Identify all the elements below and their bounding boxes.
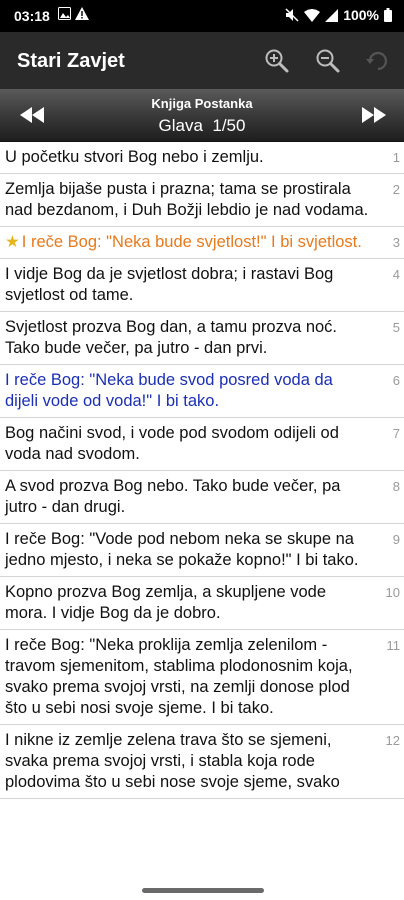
rotate-button[interactable] xyxy=(362,45,394,77)
verse-number: 7 xyxy=(392,426,400,441)
zoom-out-icon xyxy=(316,49,340,73)
wifi-icon xyxy=(304,8,321,22)
zoom-in-button[interactable] xyxy=(261,45,293,77)
verse-number: 12 xyxy=(385,733,400,748)
zoom-in-icon xyxy=(265,49,289,73)
fast-forward-icon xyxy=(362,107,386,123)
verse-row[interactable]: I reče Bog: "Neka proklija zemlja zeleni… xyxy=(0,630,404,725)
verse-row[interactable]: I vidje Bog da je svjetlost dobra; i ras… xyxy=(0,259,404,312)
verse-number: 6 xyxy=(392,373,400,388)
verse-text-content: I reče Bog: "Neka bude svod posred voda … xyxy=(5,371,333,410)
battery-text: 100% xyxy=(343,7,379,23)
verse-row[interactable]: A svod prozva Bog nebo. Tako bude večer,… xyxy=(0,471,404,524)
next-chapter-button[interactable] xyxy=(358,103,390,127)
verse-text-content: Bog načini svod, i vode pod svodom odije… xyxy=(5,424,339,463)
gesture-bar xyxy=(0,880,404,900)
mute-icon xyxy=(285,8,299,22)
chapter-indicator: Glava 1/50 xyxy=(158,116,246,135)
verse-text: ★ I reče Bog: "Neka bude svjetlost!" I bi… xyxy=(5,233,362,251)
verse-text-content: U početku stvori Bog nebo i zemlju. xyxy=(5,148,264,166)
verse-row[interactable]: I reče Bog: "Vode pod nebom neka se skup… xyxy=(0,524,404,577)
verse-text-content: I vidje Bog da je svjetlost dobra; i ras… xyxy=(5,265,334,304)
verse-text: Bog načini svod, i vode pod svodom odije… xyxy=(5,424,339,463)
chapter-navigation: Knjiga Postanka Glava 1/50 xyxy=(0,89,404,142)
verse-number: 2 xyxy=(392,182,400,197)
verse-row[interactable]: Zemlja bijaše pusta i prazna; tama se pr… xyxy=(0,174,404,227)
verse-text-content: I reče Bog: "Neka bude svjetlost!" I bi … xyxy=(21,233,362,251)
verse-text: Svjetlost prozva Bog dan, a tamu prozva … xyxy=(5,318,337,357)
app-bar: Stari Zavjet xyxy=(0,32,404,89)
verse-text-content: A svod prozva Bog nebo. Tako bude večer,… xyxy=(5,477,341,516)
verse-text: A svod prozva Bog nebo. Tako bude večer,… xyxy=(5,477,340,516)
verse-text-content: I reče Bog: "Neka proklija zemlja zeleni… xyxy=(5,636,353,717)
verse-text-content: I nikne iz zemlje zelena trava što se sj… xyxy=(5,731,340,791)
verse-text: I reče Bog: "Vode pod nebom neka se skup… xyxy=(5,530,359,569)
verse-number: 3 xyxy=(392,235,400,250)
verse-number: 8 xyxy=(392,479,400,494)
verse-number: 4 xyxy=(392,267,400,282)
book-title: Knjiga Postanka xyxy=(151,96,253,111)
verse-text: Kopno prozva Bog zemlja, a skupljene vod… xyxy=(5,583,326,622)
verse-row[interactable]: ★ I reče Bog: "Neka bude svjetlost!" I bi… xyxy=(0,227,404,259)
bookmark-star-icon: ★ xyxy=(5,233,20,251)
verse-text: Zemlja bijaše pusta i prazna; tama se pr… xyxy=(5,180,368,219)
status-time: 03:18 xyxy=(14,8,50,24)
verse-text-content: Kopno prozva Bog zemlja, a skupljene vod… xyxy=(5,583,327,622)
verse-row[interactable]: I nikne iz zemlje zelena trava što se sj… xyxy=(0,725,404,799)
verse-row[interactable]: I reče Bog: "Neka bude svod posred voda … xyxy=(0,365,404,418)
verse-row[interactable]: Svjetlost prozva Bog dan, a tamu prozva … xyxy=(0,312,404,365)
verse-text-content: Svjetlost prozva Bog dan, a tamu prozva … xyxy=(5,318,338,357)
verse-row[interactable]: Bog načini svod, i vode pod svodom odije… xyxy=(0,418,404,471)
verse-row[interactable]: U početku stvori Bog nebo i zemlju. 1 xyxy=(0,142,404,174)
zoom-out-button[interactable] xyxy=(312,45,344,77)
verse-number: 1 xyxy=(392,150,400,165)
app-title: Stari Zavjet xyxy=(17,50,125,72)
verse-text: I nikne iz zemlje zelena trava što se sj… xyxy=(5,731,340,791)
status-bar: 03:18 100% xyxy=(0,0,404,32)
alert-icon xyxy=(75,7,89,20)
signal-icon xyxy=(325,8,339,22)
home-handle[interactable] xyxy=(142,888,264,893)
rotate-icon xyxy=(366,51,387,71)
verse-text: I reče Bog: "Neka bude svod posred voda … xyxy=(5,371,333,410)
verse-text: U početku stvori Bog nebo i zemlju. xyxy=(5,148,264,166)
verse-row[interactable]: Kopno prozva Bog zemlja, a skupljene vod… xyxy=(0,577,404,630)
verse-text: I vidje Bog da je svjetlost dobra; i ras… xyxy=(5,265,333,304)
verse-number: 11 xyxy=(386,638,401,653)
verse-text: I reče Bog: "Neka proklija zemlja zeleni… xyxy=(5,636,353,717)
verse-text-content: Zemlja bijaše pusta i prazna; tama se pr… xyxy=(5,180,369,219)
photo-icon xyxy=(58,7,71,20)
verse-number: 9 xyxy=(392,532,400,547)
battery-icon xyxy=(384,8,392,22)
verse-list[interactable]: U početku stvori Bog nebo i zemlju. 1 Zeml… xyxy=(0,142,404,880)
verse-number: 10 xyxy=(385,585,400,600)
verse-number: 5 xyxy=(392,320,400,335)
verse-text-content: I reče Bog: "Vode pod nebom neka se skup… xyxy=(5,530,359,569)
